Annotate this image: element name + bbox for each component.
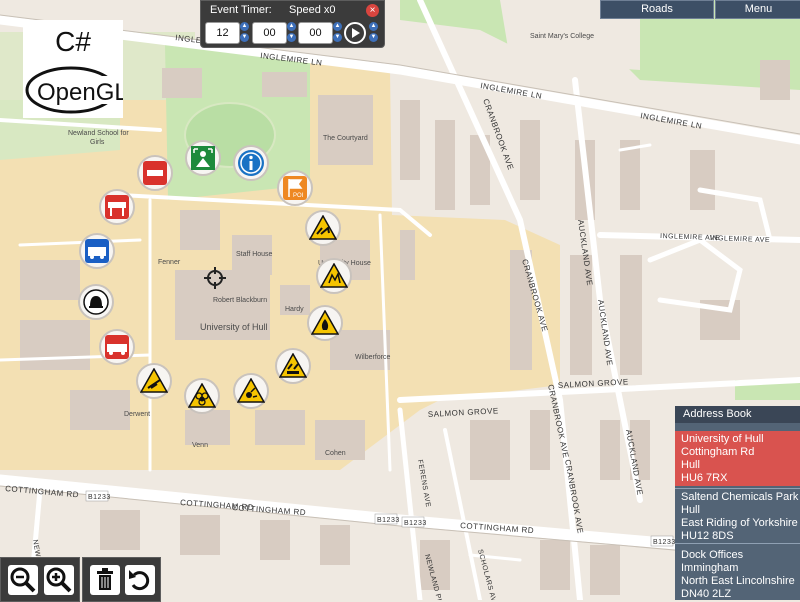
address-line: Cottingham Rd [681, 446, 755, 458]
up-icon[interactable]: ▲ [333, 22, 342, 31]
place-label: Girls [90, 139, 105, 146]
up-icon[interactable]: ▲ [240, 22, 249, 31]
divider [675, 543, 800, 544]
roads-button[interactable]: Roads [600, 0, 714, 19]
road-label-b1233: B1233 [404, 520, 427, 527]
reset-icon [129, 570, 150, 591]
down-icon[interactable]: ▼ [240, 33, 249, 42]
address-line: HU12 8DS [681, 530, 734, 542]
poi-flag-icon[interactable]: POI [277, 170, 313, 206]
zoom-out-button[interactable] [8, 565, 38, 595]
place-label: Staff House [236, 251, 273, 258]
address-line: Saltend Chemicals Park [681, 491, 799, 503]
corrosive-icon[interactable] [275, 348, 311, 384]
address-book-title: Address Book [675, 406, 800, 423]
up-icon[interactable]: ▲ [369, 22, 378, 31]
address-book-panel: Address Book University of Hull Cottingh… [675, 406, 800, 600]
address-line: Dock Offices [681, 549, 744, 561]
event-timer-speed: Speed x0 [289, 4, 336, 16]
address-entry-selected[interactable]: University of Hull Cottingham Rd Hull HU… [675, 431, 800, 486]
address-line: Hull [681, 459, 700, 471]
place-label: The Courtyard [323, 135, 368, 142]
harmful-substance-icon[interactable] [305, 210, 341, 246]
explosive-icon[interactable] [316, 258, 352, 294]
place-label: Newland School for [68, 130, 129, 137]
speed-stepper[interactable]: ▲ ▼ [369, 22, 378, 42]
zoom-in-icon [46, 567, 72, 593]
seconds-field[interactable]: 00 [298, 22, 333, 44]
place-label: Hardy [285, 306, 304, 313]
address-line: DN40 2LZ [681, 588, 732, 600]
place-label: Derwent [124, 411, 150, 418]
place-label: Fenner [158, 259, 181, 266]
address-line: Immingham [681, 562, 739, 574]
place-label: Saint Mary's College [530, 33, 594, 40]
minutes-stepper[interactable]: ▲ ▼ [287, 22, 296, 42]
logo-language: C# [55, 26, 91, 57]
seconds-stepper[interactable]: ▲ ▼ [333, 22, 342, 42]
fire-engine-icon[interactable] [99, 329, 135, 365]
down-icon[interactable]: ▼ [333, 33, 342, 42]
place-label: Cohen [325, 450, 346, 457]
down-icon[interactable]: ▼ [287, 33, 296, 42]
place-label: Venn [192, 442, 208, 449]
place-label: University of Hull [200, 322, 268, 332]
zoom-out-icon [10, 567, 36, 593]
corrosive-icon[interactable] [136, 363, 172, 399]
hours-field[interactable]: 12 [205, 22, 240, 44]
road-label-b1233: B1233 [88, 494, 111, 501]
address-entry[interactable]: Dock Offices Immingham North East Lincol… [675, 549, 800, 601]
close-icon[interactable]: × [366, 4, 379, 17]
biohazard-icon[interactable] [184, 378, 220, 414]
divider [675, 488, 800, 489]
alarm-bell-icon[interactable] [78, 284, 114, 320]
event-timer-title: Event Timer: [210, 4, 272, 16]
minutes-field[interactable]: 00 [252, 22, 287, 44]
poi-label: POI [293, 193, 304, 199]
road-label-b1233: B1233 [377, 517, 400, 524]
explosive-icon[interactable] [233, 373, 269, 409]
ambulance-icon[interactable] [79, 233, 115, 269]
roadblock-icon[interactable] [99, 189, 135, 225]
address-entry[interactable]: Saltend Chemicals Park Hull East Riding … [675, 491, 800, 543]
place-label: Wilberforce [355, 354, 391, 361]
zoom-in-button[interactable] [44, 565, 74, 595]
app-logo: C# OpenGL [23, 20, 123, 118]
address-line: North East Lincolnshire [681, 575, 795, 587]
reset-button[interactable] [125, 565, 155, 595]
address-line: University of Hull [681, 433, 764, 445]
address-line: Hull [681, 504, 700, 516]
flammable-icon[interactable] [307, 305, 343, 341]
place-label: Robert Blackburn [213, 297, 267, 304]
up-icon[interactable]: ▲ [287, 22, 296, 31]
play-button[interactable] [344, 22, 366, 44]
hours-stepper[interactable]: ▲ ▼ [240, 22, 249, 42]
address-line: HU6 7RX [681, 472, 728, 484]
opengl-logo-icon: OpenGL [25, 66, 123, 114]
information-icon[interactable] [233, 145, 269, 181]
logo-library: OpenGL [37, 79, 123, 106]
assembly-point-icon[interactable] [185, 140, 221, 176]
road-label-b1233: B1233 [653, 539, 676, 546]
no-entry-icon[interactable] [137, 155, 173, 191]
trash-icon [97, 568, 113, 590]
menu-button[interactable]: Menu [715, 0, 800, 19]
clear-button[interactable] [90, 565, 120, 595]
address-line: East Riding of Yorkshire [681, 517, 798, 529]
down-icon[interactable]: ▼ [369, 33, 378, 42]
